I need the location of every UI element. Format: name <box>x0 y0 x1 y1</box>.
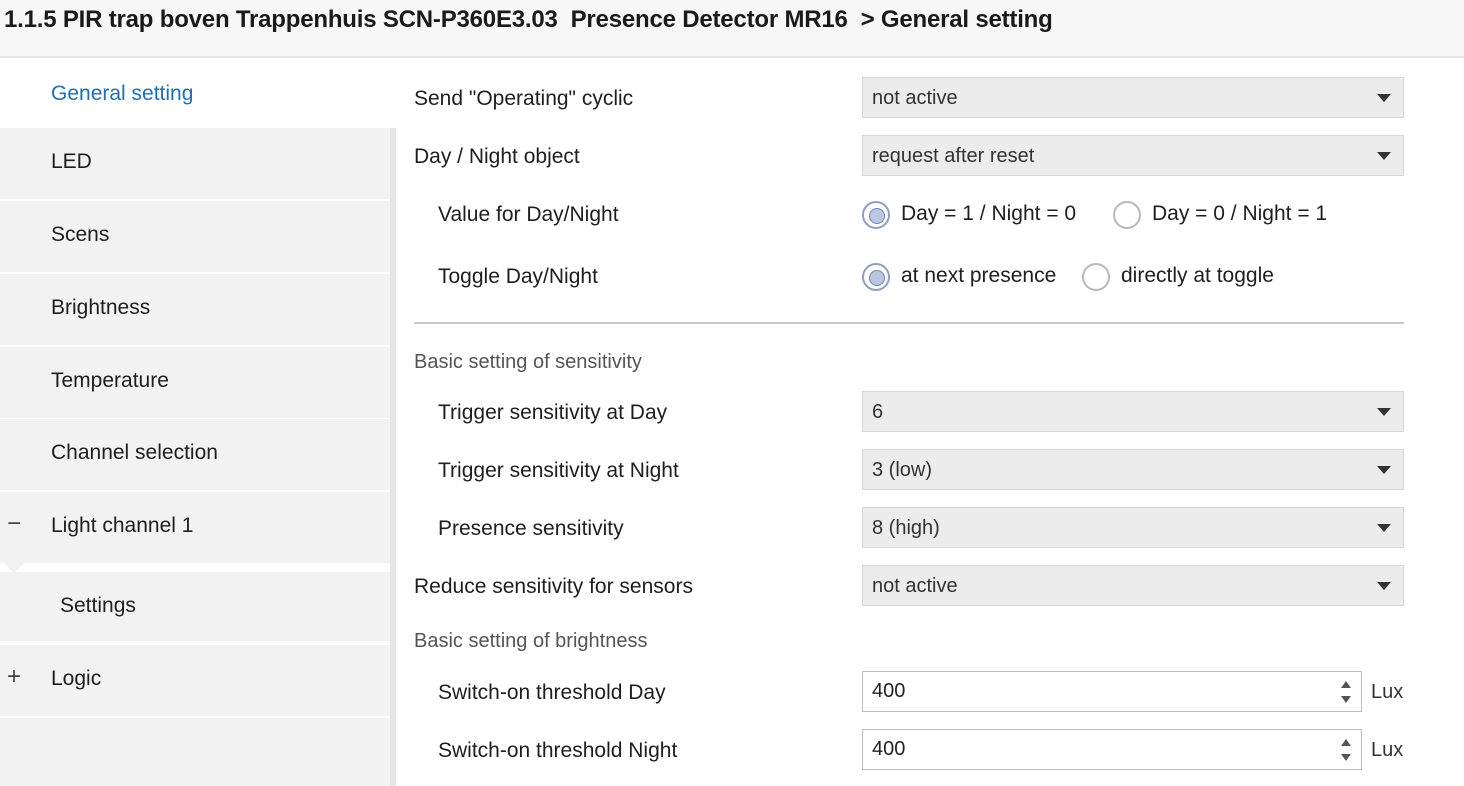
sidebar-item-label: Settings <box>60 594 136 617</box>
spin-up-icon[interactable] <box>1341 739 1351 746</box>
param-label: Trigger sensitivity at Day <box>438 401 668 424</box>
param-label: Switch-on threshold Day <box>438 681 666 704</box>
select-value: request after reset <box>872 145 1035 167</box>
reduce-sensitivity-select[interactable]: not active <box>862 565 1404 606</box>
trigger-day-select[interactable]: 6 <box>862 391 1404 432</box>
select-value: not active <box>872 87 958 109</box>
dropdown-arrow-icon <box>1377 94 1391 102</box>
sidebar-item-label: LED <box>51 150 92 173</box>
threshold-day-spinbox <box>862 671 1362 712</box>
sidebar-item-temperature[interactable]: Temperature <box>0 347 390 420</box>
page-title: 1.1.5 PIR trap boven Trappenhuis SCN-P36… <box>4 6 1053 33</box>
param-label: Send "Operating" cyclic <box>414 87 634 110</box>
dropdown-arrow-icon <box>1377 152 1391 160</box>
title-bar: 1.1.5 PIR trap boven Trappenhuis SCN-P36… <box>0 0 1464 58</box>
sidebar-item-label: Light channel 1 <box>51 514 194 537</box>
unit-label: Lux <box>1371 739 1404 761</box>
radio-label: Day = 0 / Night = 1 <box>1152 202 1328 225</box>
sidebar-item-settings[interactable]: Settings <box>0 572 390 643</box>
unit-label: Lux <box>1371 681 1404 703</box>
sidebar-item-label: Scens <box>51 223 110 246</box>
param-label: Value for Day/Night <box>438 203 619 226</box>
expand-icon[interactable]: + <box>4 663 24 691</box>
dropdown-arrow-icon <box>1377 582 1391 590</box>
param-label: Toggle Day/Night <box>438 265 598 288</box>
param-label: Trigger sensitivity at Night <box>438 459 679 482</box>
sidebar-filler <box>0 718 390 786</box>
dropdown-arrow-icon <box>1377 408 1391 416</box>
radio-checked-icon <box>862 201 890 229</box>
sidebar-item-general-setting[interactable]: General setting <box>0 58 390 131</box>
sidebar-item-light-channel-1[interactable]: − Light channel 1 <box>0 492 390 573</box>
presence-sensitivity-select[interactable]: 8 (high) <box>862 507 1404 548</box>
threshold-day-input[interactable] <box>863 672 1323 711</box>
radio-unchecked-icon <box>1113 201 1141 229</box>
threshold-night-input[interactable] <box>863 730 1323 769</box>
sidebar-item-label: Channel selection <box>51 441 218 464</box>
sidebar-item-brightness[interactable]: Brightness <box>0 274 390 347</box>
radio-label: at next presence <box>901 264 1057 287</box>
day-night-object-select[interactable]: request after reset <box>862 135 1404 176</box>
spin-down-icon[interactable] <box>1341 696 1351 703</box>
trigger-night-select[interactable]: 3 (low) <box>862 449 1404 490</box>
dropdown-arrow-icon <box>1377 466 1391 474</box>
spin-up-icon[interactable] <box>1341 681 1351 688</box>
sidebar-item-led[interactable]: LED <box>0 128 390 201</box>
select-value: not active <box>872 575 958 597</box>
section-title-brightness: Basic setting of brightness <box>414 630 648 652</box>
param-label: Day / Night object <box>414 145 580 168</box>
collapse-icon[interactable]: − <box>4 510 24 538</box>
sidebar-item-label: Temperature <box>51 369 169 392</box>
radio-unchecked-icon <box>1082 263 1110 291</box>
select-value: 6 <box>872 401 884 423</box>
param-label: Presence sensitivity <box>438 517 624 540</box>
sidebar-item-scens[interactable]: Scens <box>0 201 390 274</box>
threshold-night-spinbox <box>862 729 1362 770</box>
dropdown-arrow-icon <box>1377 524 1391 532</box>
select-value: 3 (low) <box>872 459 933 481</box>
radio-checked-icon <box>862 263 890 291</box>
sidebar-item-channel-selection[interactable]: Channel selection <box>0 419 390 492</box>
section-title-sensitivity: Basic setting of sensitivity <box>414 351 642 373</box>
radio-label: Day = 1 / Night = 0 <box>901 202 1077 225</box>
param-label: Reduce sensitivity for sensors <box>414 575 693 598</box>
sidebar-item-label: Brightness <box>51 296 151 319</box>
sidebar-item-logic[interactable]: + Logic <box>0 645 390 718</box>
spin-down-icon[interactable] <box>1341 754 1351 761</box>
section-divider <box>414 322 1404 324</box>
send-operating-select[interactable]: not active <box>862 77 1404 118</box>
tree-notch-icon <box>4 563 24 573</box>
param-label: Switch-on threshold Night <box>438 739 678 762</box>
sidebar-item-label: General setting <box>51 82 194 105</box>
select-value: 8 (high) <box>872 517 940 539</box>
sidebar-item-label: Logic <box>51 667 102 690</box>
radio-label: directly at toggle <box>1121 264 1274 287</box>
parameter-panel: Send "Operating" cyclic not active Day /… <box>396 58 1464 786</box>
sidebar: General setting LED Scens Brightness Tem… <box>0 58 396 786</box>
